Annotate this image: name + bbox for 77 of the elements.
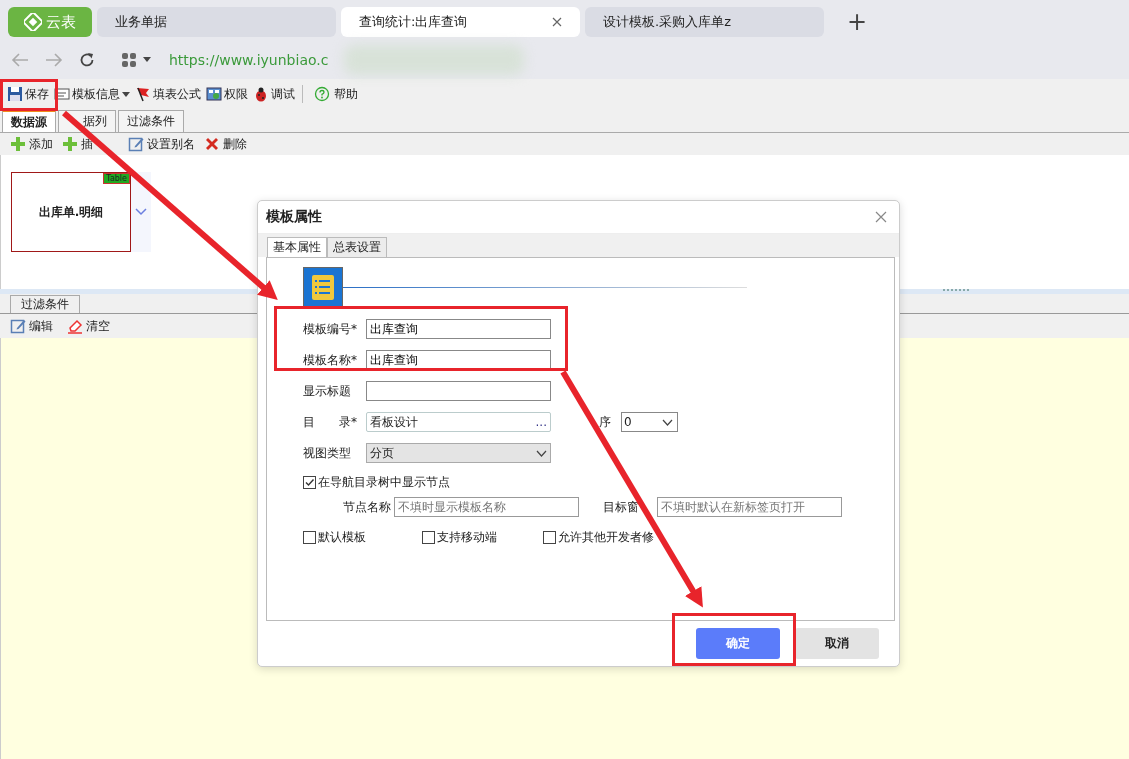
action-button[interactable]: 删除 [204, 135, 247, 153]
table-node[interactable]: 出库单.明细 Table [11, 172, 131, 252]
apps-button[interactable] [121, 51, 151, 68]
toolbar-button[interactable]: 帮助 [314, 85, 358, 103]
field-label: 节点名称 [343, 498, 391, 516]
plus-icon [10, 136, 26, 152]
expand-strip[interactable] [131, 172, 151, 252]
toolbar-button[interactable]: 权限 [206, 85, 248, 103]
checkbox[interactable] [303, 475, 316, 489]
action-button[interactable]: 设置别名 [128, 135, 195, 153]
new-tab-button[interactable]: + [847, 10, 868, 34]
splitter-grip[interactable] [943, 289, 969, 292]
dialog-tab[interactable]: 基本属性 [267, 237, 327, 257]
plus-icon [62, 136, 78, 152]
toolbar-button[interactable]: 填表公式 [135, 85, 201, 103]
chevron-down-icon [662, 418, 673, 426]
input-field[interactable]: 出库查询 [366, 319, 551, 339]
browser-tab[interactable]: 查询统计:出库查询 [341, 7, 580, 37]
checkbox-label[interactable]: 在导航目录树中显示节点 [318, 473, 450, 491]
highlight-box [0, 79, 58, 111]
field-label: 模板编号* [303, 320, 358, 338]
select-field[interactable]: 分页 [366, 443, 551, 463]
toolbar-button[interactable]: 调试 [253, 85, 295, 103]
checkbox-label[interactable]: 支持移动端 [437, 528, 497, 546]
caret-icon [143, 57, 151, 62]
reload-icon[interactable] [79, 51, 95, 68]
field-label: 序 [599, 413, 612, 431]
chevron-down-icon [536, 449, 547, 457]
grid-icon [121, 51, 137, 68]
toolbar-button[interactable]: 模板信息 [54, 85, 130, 103]
input-field[interactable]: 不填时显示模板名称 [394, 497, 579, 517]
checkbox[interactable] [422, 530, 435, 544]
close-icon[interactable] [875, 211, 887, 223]
edit-icon [10, 318, 26, 334]
chevron-down-icon [135, 208, 147, 216]
table-badge: Table [103, 173, 130, 184]
table-name: 出库单.明细 [38, 203, 104, 221]
help-icon [314, 86, 330, 102]
close-icon[interactable] [552, 17, 562, 27]
checkbox-label[interactable]: 允许其他开发者修 [558, 528, 654, 546]
designer-tab[interactable]: 数据源 [2, 110, 56, 132]
field-label: 目标窗 [603, 498, 639, 516]
card-icon [54, 86, 70, 102]
ladybug-icon [253, 86, 269, 102]
delete-icon [204, 136, 220, 152]
field-label: 显示标题 [303, 382, 352, 400]
dialog-tab[interactable]: 总表设置 [327, 237, 387, 257]
select-field[interactable]: 0 [621, 412, 678, 432]
designer-tab[interactable]: 过滤条件 [118, 110, 184, 132]
browser-tab[interactable]: 业务单据 [97, 7, 336, 37]
confirm-button[interactable]: 确定 [696, 628, 780, 659]
edit-icon [128, 136, 144, 152]
cancel-button[interactable]: 取消 [795, 628, 879, 659]
picker-field[interactable]: 看板设计 ... [366, 412, 551, 432]
document-list-icon [303, 267, 343, 307]
toolbar-button[interactable]: 保存 [7, 85, 49, 103]
flag-icon [135, 86, 151, 102]
field-label: 视图类型 [303, 444, 352, 462]
browser-tab[interactable]: 设计模板.采购入库单z [585, 7, 824, 37]
input-field[interactable] [366, 381, 551, 401]
action-button[interactable]: 清空 [67, 317, 110, 335]
input-field[interactable]: 出库查询 [366, 350, 551, 370]
dialog-title: 模板属性 [266, 208, 322, 226]
checkbox[interactable] [543, 530, 556, 544]
input-field[interactable]: 不填时默认在新标签页打开 [657, 497, 842, 517]
field-label: 目 录* [303, 413, 358, 431]
eraser-icon [67, 318, 83, 334]
field-label: 模板名称* [303, 351, 358, 369]
checkmark-icon [304, 476, 315, 488]
checkbox[interactable] [303, 530, 316, 544]
panel-tab[interactable]: 过滤条件 [10, 295, 80, 313]
logo-icon [24, 13, 42, 31]
grid-person-icon [206, 86, 222, 102]
checkbox-label[interactable]: 默认模板 [318, 528, 366, 546]
action-button[interactable]: 编辑 [10, 317, 53, 335]
action-button[interactable]: 添加 [10, 135, 53, 153]
action-button[interactable]: 插 [62, 135, 93, 153]
